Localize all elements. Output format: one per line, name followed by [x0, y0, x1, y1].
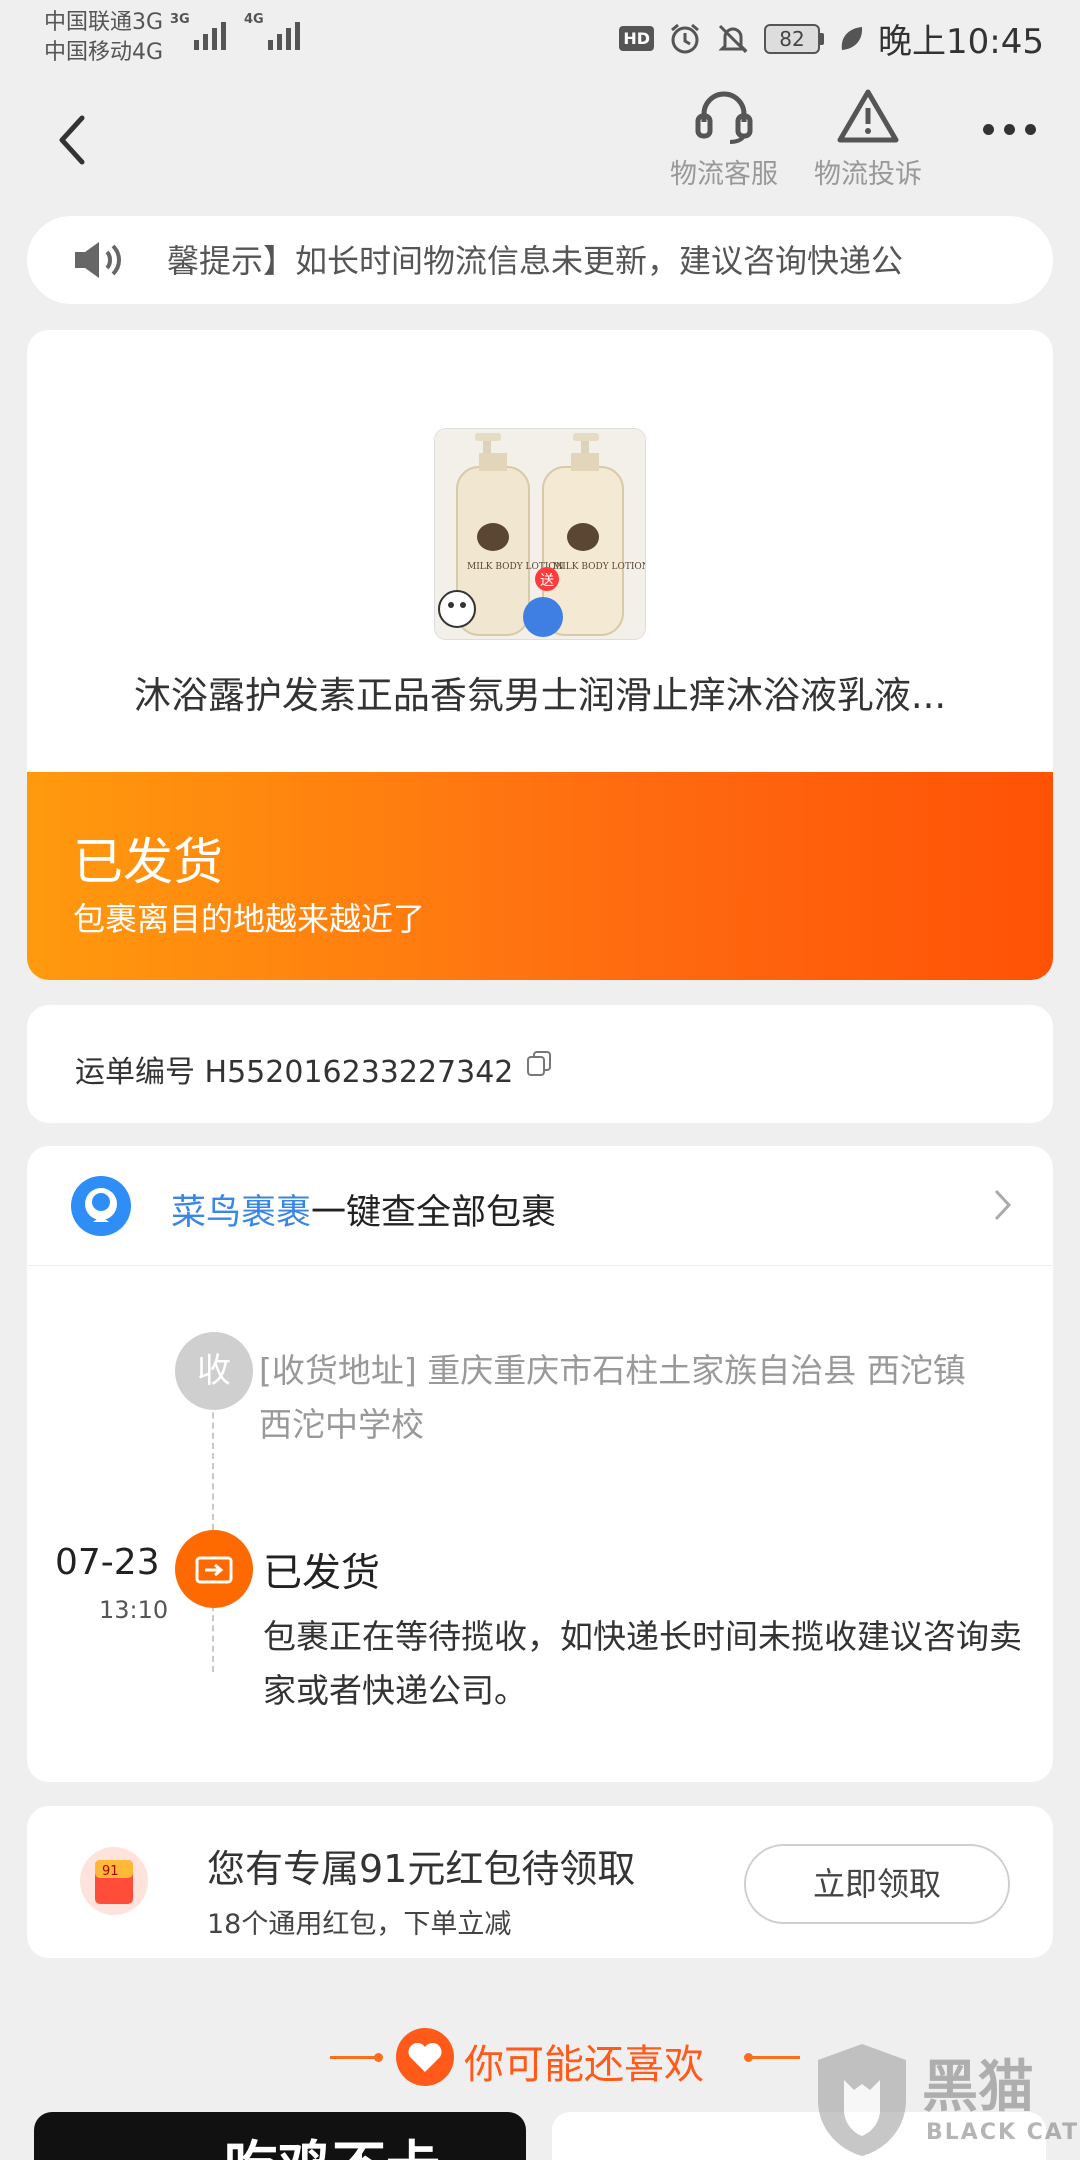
mute-bell-icon [718, 24, 748, 53]
watermark-cn: 黑猫 [922, 2055, 1034, 2120]
red-packet-subtitle: 18个通用红包，下单立减 [207, 1909, 512, 1940]
hd-badge: HD [619, 26, 655, 51]
warning-icon [837, 89, 899, 143]
leaf-icon [841, 26, 863, 50]
signal-indicators: 3G 4G [170, 12, 300, 50]
cainiao-text: 菜鸟裹裹一键查全部包裹 [171, 1184, 556, 1235]
tracking-card: 菜鸟裹裹一键查全部包裹 收 [收货地址] 重庆重庆市石柱土家族自治县 西沱镇 西… [27, 1146, 1053, 1782]
product-card: MILK BODY LOTION MILK BODY LOTION 送 沐浴露护… [27, 330, 1053, 980]
signal-1-icon: 3G [170, 12, 226, 50]
cainiao-logo-icon [71, 1176, 131, 1236]
recommend-title: 你可能还喜欢 [464, 2042, 704, 2088]
headset-icon [695, 91, 753, 144]
clock: 晚上10:45 [878, 22, 1044, 62]
event-time: 13:10 [99, 1596, 169, 1624]
red-packet-card: 91 您有专属91元红包待领取 18个通用红包，下单立减 立即领取 [27, 1806, 1053, 1958]
feed-tile-left-text: 吃鸡不卡 [224, 2122, 440, 2160]
heart-icon [396, 2028, 454, 2086]
feed-tile-left[interactable]: 吃鸡不卡 [34, 2112, 526, 2160]
alarm-icon [671, 23, 699, 53]
cainiao-row[interactable]: 菜鸟裹裹一键查全部包裹 [27, 1146, 1053, 1266]
bottle-label-right: MILK BODY LOTION [553, 562, 646, 572]
gift-badge: 送 [540, 573, 554, 589]
signal-2-icon: 4G [244, 12, 300, 50]
waybill-number: 运单编号 H552016233227342 [75, 1055, 514, 1090]
logistics-service-button[interactable]: 物流客服 [670, 88, 778, 191]
carrier-2: 中国移动4G [44, 40, 164, 65]
logistics-service-label: 物流客服 [670, 159, 778, 190]
speaker-icon [75, 242, 121, 278]
waybill-card: 运单编号 H552016233227342 [27, 1005, 1053, 1123]
shipped-node-icon [175, 1530, 253, 1608]
claim-button[interactable]: 立即领取 [744, 1844, 1010, 1924]
product-image[interactable]: MILK BODY LOTION MILK BODY LOTION 送 [434, 428, 646, 640]
signal-2-tag: 4G [244, 12, 264, 27]
timeline-line [212, 1382, 214, 1672]
back-icon[interactable] [50, 110, 100, 170]
carrier-1: 中国联通3G [44, 10, 164, 35]
red-packet-icon: 91 [79, 1844, 149, 1918]
receive-address: [收货地址] 重庆重庆市石柱土家族自治县 西沱镇 西沱中学校 [259, 1351, 999, 1444]
event-date: 07-23 [55, 1542, 160, 1583]
copy-icon[interactable] [525, 1049, 553, 1077]
logistics-complaint-label: 物流投诉 [814, 159, 922, 190]
status-bar: 中国联通3G 中国移动4G 3G 4G HD 82 晚上10:45 [0, 0, 1080, 70]
cainiao-brand: 菜鸟裹裹 [171, 1193, 312, 1233]
product-title[interactable]: 沐浴露护发素正品香氛男士润滑止痒沐浴液乳液... [27, 665, 1053, 719]
watermark-en: BLACK CAT [926, 2120, 1080, 2145]
battery-level: 82 [764, 23, 821, 54]
battery-indicator: 82 [764, 23, 825, 54]
red-packet-amount: 91 [102, 1864, 119, 1879]
signal-1-tag: 3G [170, 12, 190, 27]
receive-node: 收 [175, 1332, 253, 1410]
shipping-subtitle: 包裹离目的地越来越近了 [73, 900, 426, 938]
event-description: 包裹正在等待揽收，如快递长时间未揽收建议咨询卖家或者快递公司。 [263, 1617, 1022, 1710]
red-packet-title: 您有专属91元红包待领取 [207, 1847, 636, 1891]
logistics-complaint-button[interactable]: 物流投诉 [814, 88, 922, 191]
carrier-info: 中国联通3G 中国移动4G [44, 8, 163, 68]
cainiao-action: 一键查全部包裹 [311, 1193, 557, 1233]
lotion-bottles-image: MILK BODY LOTION MILK BODY LOTION 送 [435, 429, 646, 639]
shipping-status-banner: 已发货 包裹离目的地越来越近了 [27, 772, 1053, 980]
watermark: 黑猫 BLACK CAT [810, 2040, 1080, 2160]
cat-shield-icon [818, 2044, 906, 2156]
chevron-right-icon [994, 1189, 1012, 1221]
status-right: HD 82 晚上10:45 [619, 14, 1044, 63]
event-title: 已发货 [263, 1551, 381, 1596]
more-icon[interactable] [983, 124, 1036, 135]
notice-banner[interactable]: 馨提示】如长时间物流信息未更新，建议咨询快递公 [27, 216, 1053, 304]
notice-text: 馨提示】如长时间物流信息未更新，建议咨询快递公 [167, 242, 904, 280]
shipping-status: 已发货 [73, 833, 223, 891]
